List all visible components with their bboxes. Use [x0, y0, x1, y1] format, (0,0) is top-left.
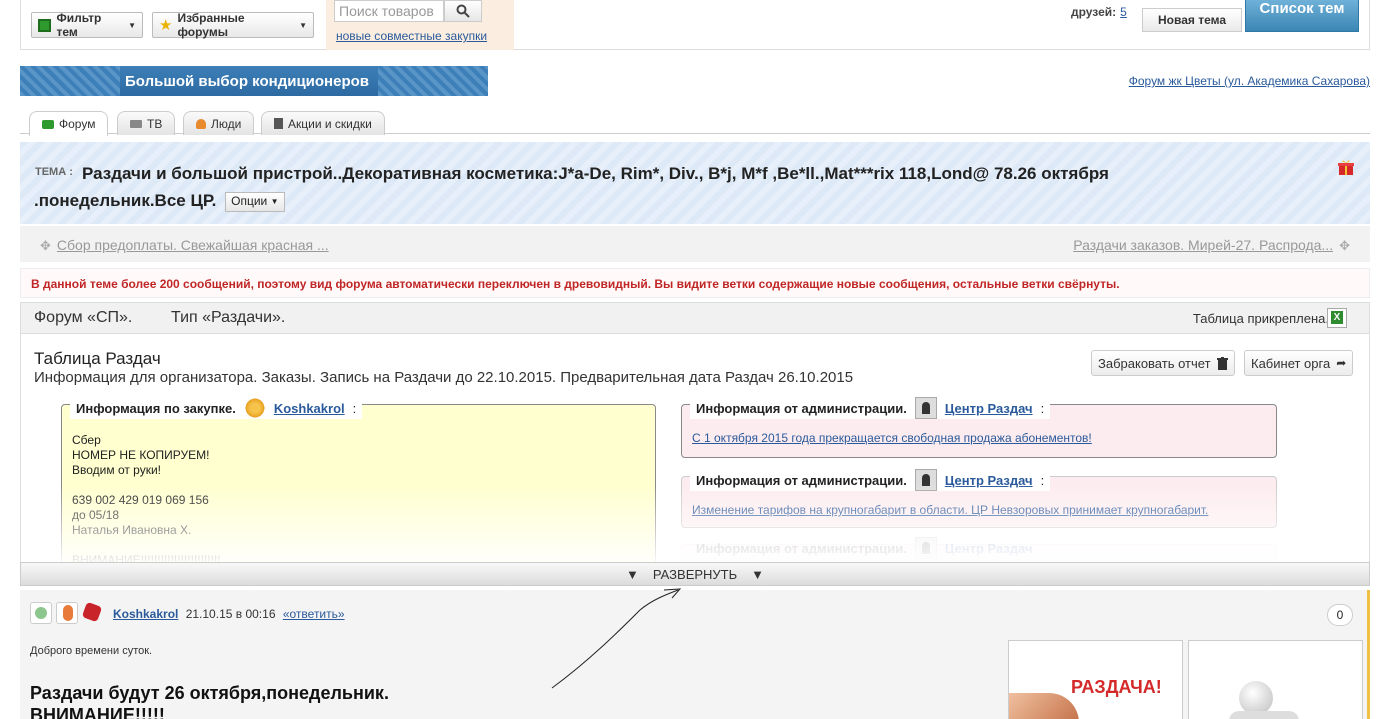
- caret-down-icon: ▼: [299, 20, 307, 30]
- banner-pattern: [378, 66, 488, 96]
- share-arrow-icon: ➦: [1336, 356, 1347, 370]
- topic-header: ТЕМА : Раздачи и большой пристрой..Декор…: [20, 142, 1370, 224]
- search-zone: Поиск товаров новые совместные закупки: [326, 0, 514, 50]
- forum-type-row: Форум «СП». Тип «Раздачи». Таблица прикр…: [20, 302, 1370, 334]
- filter-icon: [38, 18, 51, 32]
- next-topic-link[interactable]: Раздачи заказов. Мирей-27. Распрода...: [1073, 237, 1333, 253]
- admin-info-box: Информация от администрации. Центр Разда…: [681, 397, 1277, 458]
- cross-icon: ✥: [1339, 238, 1350, 253]
- card-subtitle: Информация для организатора. Заказы. Зап…: [34, 369, 854, 386]
- reputation-icon: [82, 602, 104, 624]
- card-title: Таблица Раздач: [34, 349, 161, 368]
- post-author-link[interactable]: Koshkakrol: [113, 607, 178, 621]
- tv-icon: [130, 119, 142, 128]
- new-topic-button[interactable]: Новая тема: [1142, 8, 1242, 32]
- document-icon: [274, 118, 283, 129]
- next-topic: Раздачи заказов. Мирей-27. Распрода... ✥: [1073, 237, 1356, 254]
- banner-pattern: [20, 66, 120, 96]
- post-headline: Раздачи будут 26 октября,понедельник. ВН…: [30, 683, 389, 719]
- post-meta: Koshkakrol 21.10.15 в 00:16 «ответить»: [113, 607, 345, 621]
- ad-banner[interactable]: Большой выбор кондиционеров: [20, 66, 488, 96]
- tree-view-warning: В данной теме более 200 сообщений, поэто…: [20, 268, 1370, 298]
- purchase-info-box: Информация по закупке. Koshkakrol : Сбер…: [61, 397, 656, 564]
- admin-avatar-icon: [914, 537, 937, 559]
- tab-tv[interactable]: ТВ: [117, 111, 176, 135]
- figure-image: [1239, 681, 1273, 715]
- caret-down-icon: ▼: [270, 197, 279, 207]
- topic-filter-button[interactable]: Фильтр тем ▼: [31, 11, 143, 39]
- star-icon: ★: [159, 17, 173, 34]
- figure-image: [1229, 711, 1299, 719]
- reply-link[interactable]: «ответить»: [283, 607, 345, 621]
- post-badges: [30, 602, 104, 624]
- purchase-info-text: Сбер НОМЕР НЕ КОПИРУЕМ! Вводим от руки! …: [72, 433, 221, 564]
- admin-info-box: Информация от администрации. Центр Разда…: [681, 469, 1277, 528]
- post-image-thumbnail[interactable]: РАЗДАЧА!: [1008, 640, 1183, 719]
- prev-topic-link[interactable]: Сбор предоплаты. Свежайшая красная ...: [57, 237, 329, 253]
- search-input[interactable]: Поиск товаров: [334, 0, 444, 22]
- triangle-down-icon: ▼: [625, 566, 639, 582]
- forum-post: Koshkakrol 21.10.15 в 00:16 «ответить» 0…: [20, 590, 1370, 719]
- distribution-center-link[interactable]: Центр Раздач: [945, 401, 1033, 416]
- admin-news-link[interactable]: Изменение тарифов на крупногабарит в обл…: [692, 503, 1208, 517]
- triangle-down-icon: ▼: [751, 566, 765, 582]
- expand-button[interactable]: ▼ РАЗВЕРНУТЬ ▼: [20, 562, 1370, 586]
- cross-icon: ✥: [40, 238, 51, 253]
- admin-info-legend: Информация от администрации. Центр Разда…: [690, 469, 1051, 491]
- forum-name: Форум «СП».: [34, 309, 133, 326]
- user-avatar-icon[interactable]: [56, 602, 78, 624]
- tab-promotions[interactable]: Акции и скидки: [261, 111, 385, 135]
- excel-icon[interactable]: [1327, 308, 1347, 328]
- prev-topic: ✥ Сбор предоплаты. Свежайшая красная ...: [34, 237, 329, 254]
- friends-counter: друзей: 5: [1071, 5, 1127, 19]
- table-attached-label: Таблица прикреплена.: [1192, 311, 1329, 326]
- user-avatar-icon: [243, 397, 266, 419]
- distribution-center-link[interactable]: Центр Раздач: [945, 473, 1033, 488]
- chat-icon: [42, 119, 54, 129]
- caret-down-icon: ▼: [128, 20, 136, 30]
- people-icon: [196, 118, 206, 129]
- topic-title: Раздачи и большой пристрой..Декоративная…: [34, 160, 1214, 214]
- joint-purchases-link[interactable]: новые совместные закупки: [336, 29, 487, 43]
- favorite-forums-button[interactable]: ★ Избранные форумы ▼: [152, 11, 314, 39]
- search-button[interactable]: [444, 0, 482, 22]
- post-image-thumbnail[interactable]: [1188, 640, 1363, 719]
- admin-avatar-icon: [914, 397, 937, 419]
- admin-info-box: Информация от администрации. Центр Разда…: [681, 537, 1277, 564]
- post-date: 21.10.15 в 00:16: [185, 607, 276, 621]
- top-header: Фильтр тем ▼ ★ Избранные форумы ▼ Поиск …: [20, 0, 1370, 50]
- tab-forum[interactable]: Форум: [29, 111, 109, 136]
- reply-count-badge[interactable]: 0: [1327, 604, 1353, 626]
- hand-image: [1009, 693, 1079, 719]
- tab-people[interactable]: Люди: [183, 111, 255, 135]
- topic-list-button[interactable]: Список тем: [1245, 0, 1359, 32]
- gift-icon[interactable]: [1338, 158, 1354, 176]
- options-button[interactable]: Опции ▼: [225, 191, 285, 212]
- badge-icon: [30, 602, 52, 624]
- forum-type: Тип «Раздачи».: [171, 309, 286, 326]
- admin-avatar-icon: [914, 469, 937, 491]
- admin-news-link[interactable]: С 1 октября 2015 года прекращается свобо…: [692, 431, 1092, 445]
- friends-count-link[interactable]: 5: [1120, 5, 1127, 19]
- search-icon: [456, 4, 470, 18]
- topic-navigation: ✥ Сбор предоплаты. Свежайшая красная ... …: [20, 226, 1370, 262]
- trash-icon: [1216, 356, 1228, 370]
- admin-info-legend: Информация от администрации. Центр Разда…: [690, 537, 1039, 559]
- organizer-link[interactable]: Koshkakrol: [274, 401, 345, 416]
- admin-info-legend: Информация от администрации. Центр Разда…: [690, 397, 1051, 419]
- distribution-table-card: Таблица Раздач Информация для организато…: [20, 334, 1370, 564]
- post-greeting: Доброго времени суток.: [30, 645, 153, 657]
- reject-report-button[interactable]: Забраковать отчет: [1091, 350, 1235, 376]
- purchase-info-legend: Информация по закупке. Koshkakrol :: [70, 397, 363, 419]
- organizer-cabinet-button[interactable]: Кабинет орга ➦: [1244, 350, 1354, 376]
- forum-link[interactable]: Форум жк Цветы (ул. Академика Сахарова): [1129, 74, 1370, 88]
